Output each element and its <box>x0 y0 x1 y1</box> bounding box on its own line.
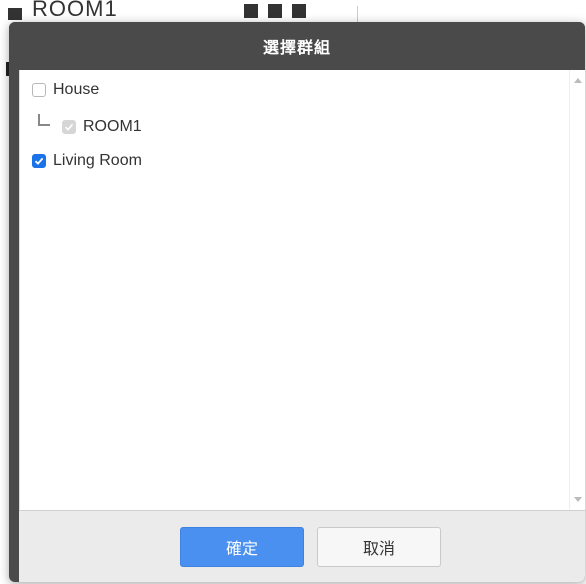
dialog-title: 選擇群組 <box>262 38 331 57</box>
group-tree: House ROOM1 Living Room <box>20 70 570 510</box>
dialog-footer: 確定 取消 <box>19 510 585 582</box>
tree-item-label: House <box>53 81 100 98</box>
checkbox-house[interactable] <box>32 83 46 97</box>
dialog-body: House ROOM1 Living Room <box>19 70 585 510</box>
delete-icon <box>292 4 306 18</box>
copy-icon <box>268 4 282 18</box>
tree-item-living-room[interactable]: Living Room <box>32 151 142 171</box>
tree-item-label: Living Room <box>53 152 142 169</box>
scroll-down-icon[interactable] <box>574 497 582 502</box>
vertical-scrollbar[interactable] <box>569 70 585 510</box>
checkbox-room1[interactable] <box>62 120 76 134</box>
row-icon <box>8 8 22 20</box>
background-row-label: ROOM1 <box>32 0 118 21</box>
check-icon <box>34 157 44 165</box>
dialog-header: 選擇群組 <box>9 22 585 70</box>
scroll-up-icon[interactable] <box>574 78 582 83</box>
row-tools <box>244 4 306 18</box>
edit-icon <box>244 4 258 18</box>
select-group-dialog: 選擇群組 House ROOM1 Living Room 確定 取消 <box>9 22 585 582</box>
tree-item-room1[interactable]: ROOM1 <box>62 117 142 137</box>
confirm-button[interactable]: 確定 <box>180 527 304 567</box>
tree-item-house[interactable]: House <box>32 80 99 100</box>
tree-connector-icon <box>38 114 50 126</box>
tree-item-label: ROOM1 <box>83 118 142 135</box>
check-icon <box>64 123 74 131</box>
cancel-button[interactable]: 取消 <box>317 527 441 567</box>
checkbox-living-room[interactable] <box>32 154 46 168</box>
